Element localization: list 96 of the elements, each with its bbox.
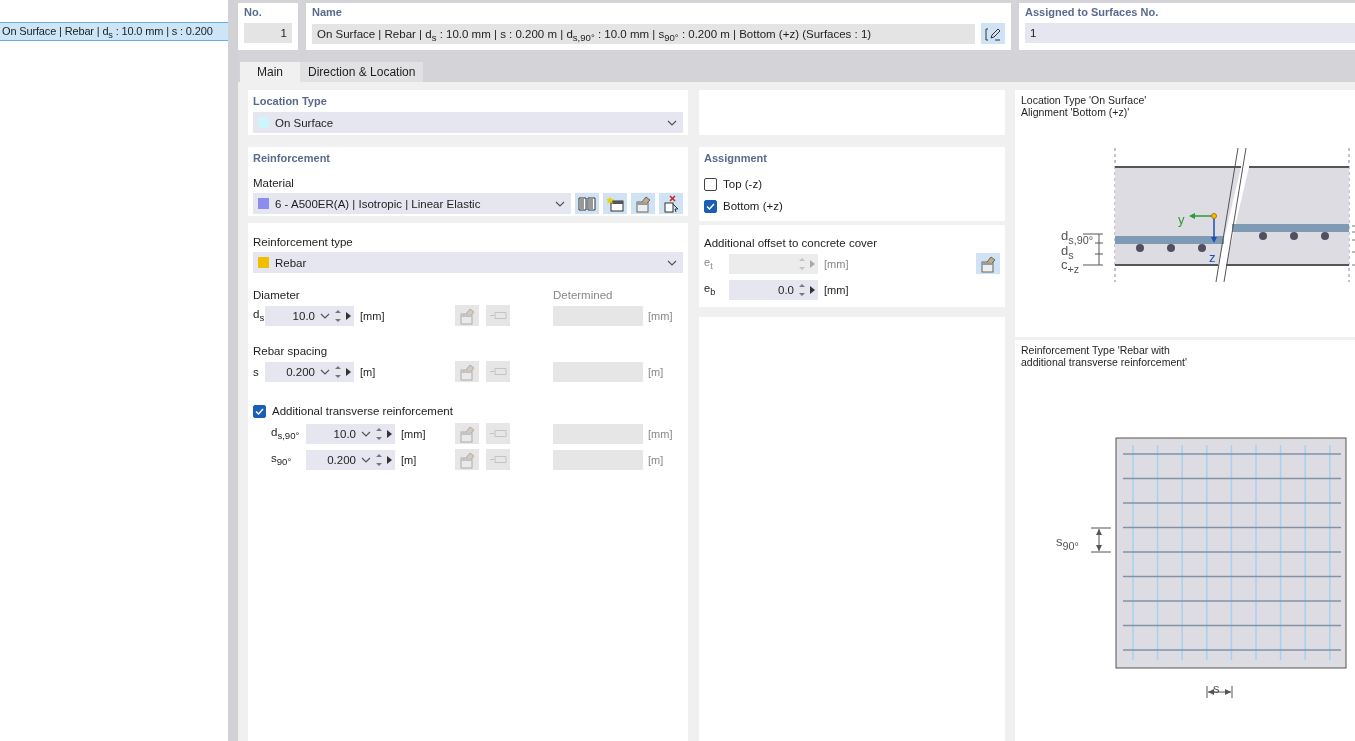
chevron-down-icon	[555, 200, 565, 207]
unit-label: [m]	[648, 365, 665, 378]
dimension-label: z	[1209, 251, 1216, 264]
symbol-label: s$_{90°}$	[270, 451, 293, 468]
symbol-label: e$_{b}$	[704, 281, 717, 298]
caption-text: additional transverse reinforcement'	[1021, 356, 1187, 368]
list-item[interactable]: On Surface | Rebar | d$_{s}$ : 10.0 mm | s : 0.200	[0, 22, 228, 41]
chevron-down-icon	[320, 312, 330, 319]
number-field[interactable]: 10.0	[306, 423, 395, 444]
dropdown[interactable]: 6 - A500ER(A) | Isotropic | Linear Elastic	[253, 193, 571, 214]
triangle-right-icon	[387, 455, 392, 464]
field-label: Name	[312, 6, 342, 18]
number-field[interactable]: 0.200	[265, 361, 354, 382]
checkbox[interactable]	[253, 404, 266, 418]
clipboard-icon	[457, 450, 477, 469]
field-label: No.	[244, 6, 262, 18]
field-label: Rebar spacing	[253, 345, 329, 357]
section-heading: Location Type	[253, 95, 327, 107]
unit-label: [mm]	[648, 309, 674, 322]
symbol-label: d$_{s}$	[253, 307, 265, 324]
field-label: Additional offset to concrete cover	[704, 237, 878, 249]
section-heading: Reinforcement	[253, 152, 331, 164]
triangle-right-icon	[387, 429, 392, 438]
name-field[interactable]: On Surface | Rebar | d$_{s}$ : 10.0 mm | s : 0.200 m | d$_{s,90°}$ : 10.0 mm | s$_{90°}$ : 0.200 m | Bottom (+z) (Surfaces : 1)	[312, 23, 975, 44]
spinner-icon	[799, 257, 805, 270]
dropdown[interactable]: On Surface	[253, 112, 683, 133]
number-field[interactable]: 10.0	[265, 305, 354, 326]
chevron-down-icon	[361, 456, 371, 463]
spinner-icon	[335, 309, 341, 322]
clipboard-icon	[457, 362, 477, 381]
triangle-right-icon	[346, 367, 351, 376]
number-field[interactable]: 0.200	[306, 449, 395, 470]
dimension-label: s$_{90°}$	[1056, 535, 1079, 553]
checkbox-label: Additional transverse reinforcement	[272, 405, 453, 417]
caption-text: Reinforcement Type 'Rebar with	[1021, 344, 1170, 356]
delete-button[interactable]	[659, 193, 683, 214]
checkbox-label: Top (-z)	[723, 178, 762, 190]
symbol-label: s	[253, 365, 260, 378]
surfaces-field[interactable]: 1	[1025, 23, 1355, 43]
triangle-right-icon	[810, 285, 815, 294]
unit-label: [mm]	[824, 257, 849, 270]
spinner-icon	[799, 283, 805, 296]
triangle-right-icon	[810, 259, 815, 268]
chevron-down-icon	[320, 368, 330, 375]
tab[interactable]: Direction & Location	[300, 62, 424, 82]
dropdown[interactable]: Rebar	[253, 252, 683, 273]
pencil-icon	[985, 26, 1001, 41]
column-label: Determined	[553, 289, 614, 301]
dimension-label: d$_{s,90°}$	[1061, 229, 1094, 246]
clipboard-icon	[633, 194, 653, 213]
unit-label: [m]	[648, 453, 665, 466]
triangle-right-icon	[346, 311, 351, 320]
field-label: Reinforcement type	[253, 236, 353, 248]
field-label: Assigned to Surfaces No.	[1025, 6, 1159, 18]
unit-label: [mm]	[648, 427, 674, 440]
unit-label: [mm]	[824, 283, 849, 296]
ruler-icon	[489, 312, 507, 319]
ruler-icon	[489, 368, 507, 375]
ruler-icon	[489, 430, 507, 437]
book-icon	[578, 196, 596, 211]
unit-label: [m]	[360, 365, 376, 378]
chevron-down-icon	[667, 259, 677, 266]
unit-label: [mm]	[360, 309, 385, 322]
caption-text: Alignment 'Bottom (+z)'	[1021, 106, 1130, 118]
symbol-label: d$_{s,90°}$	[270, 425, 301, 442]
number-field[interactable]: 0.0	[729, 279, 818, 300]
spinner-icon	[335, 365, 341, 378]
caption-text: Location Type 'On Surface'	[1021, 94, 1147, 106]
symbol-label: e$_{t}$	[704, 255, 714, 272]
checkbox[interactable]	[704, 177, 717, 191]
clipboard-icon	[457, 424, 477, 443]
dimension-label: y	[1178, 213, 1185, 226]
document-cross-icon	[662, 194, 680, 213]
clipboard-icon	[457, 306, 477, 325]
library-button[interactable]	[575, 193, 599, 214]
new-button[interactable]	[603, 193, 627, 214]
edit-material-button[interactable]	[631, 193, 655, 214]
checkbox[interactable]	[704, 199, 717, 213]
dimension-label: s	[1213, 682, 1220, 695]
chevron-down-icon	[667, 119, 677, 126]
ruler-icon	[489, 456, 507, 463]
field-label: Diameter	[253, 289, 301, 301]
unit-label: [mm]	[401, 427, 426, 440]
clipboard-icon	[978, 254, 998, 273]
spinner-icon	[376, 427, 382, 440]
unit-label: [m]	[401, 453, 417, 466]
number-field[interactable]: 1	[244, 23, 292, 43]
field-label: Material	[253, 177, 294, 189]
checkbox-label: Bottom (+z)	[723, 200, 783, 212]
edit-button[interactable]	[981, 23, 1005, 44]
chevron-down-icon	[361, 430, 371, 437]
tab[interactable]: Main	[240, 62, 300, 82]
clipboard-button[interactable]	[976, 253, 1000, 274]
window-star-icon	[606, 195, 624, 212]
section-heading: Assignment	[704, 152, 767, 164]
spinner-icon	[376, 453, 382, 466]
